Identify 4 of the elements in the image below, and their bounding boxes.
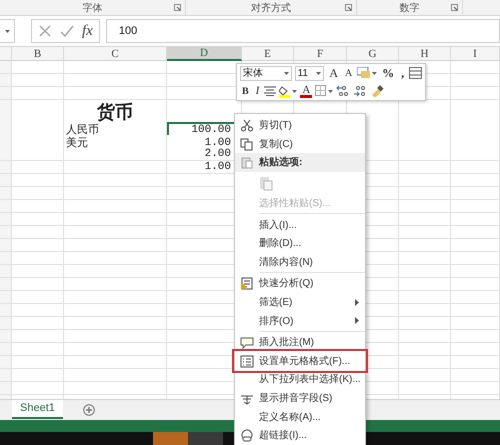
menu-section-header: 粘贴选项: [235, 153, 365, 172]
group-label: 对齐方式 [251, 2, 291, 14]
group-label: 字体 [82, 2, 102, 14]
group-label: 数字 [400, 2, 420, 14]
